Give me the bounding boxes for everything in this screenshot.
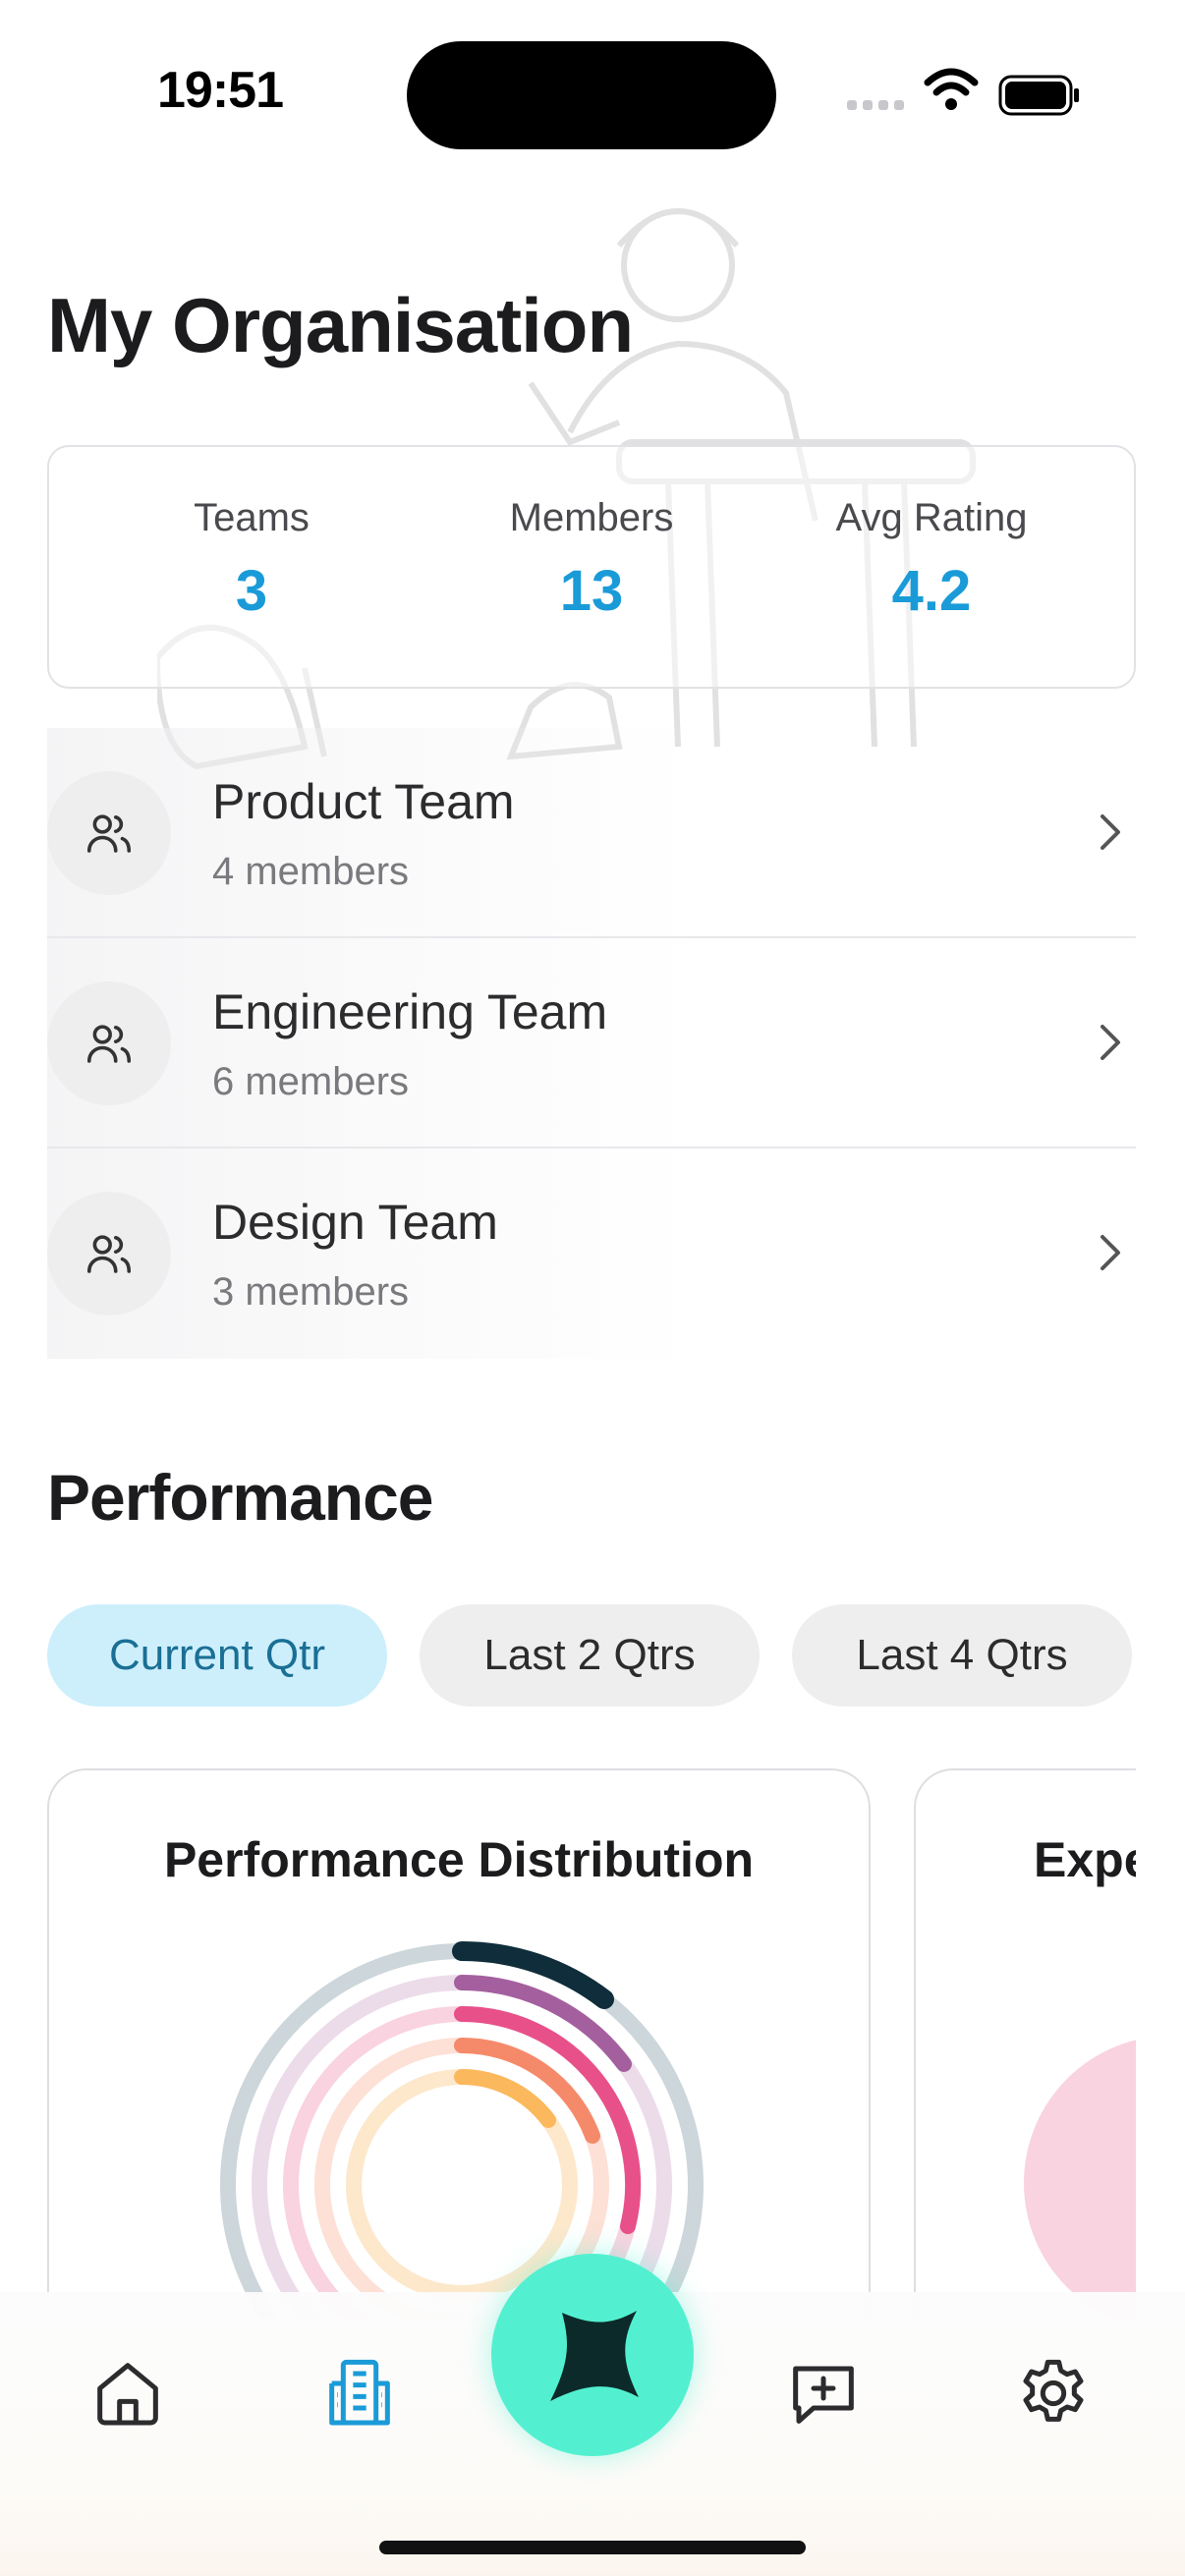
home-icon[interactable]: [88, 2354, 167, 2433]
home-indicator: [379, 2541, 806, 2554]
page-title: My Organisation: [47, 282, 634, 368]
organisation-icon[interactable]: [320, 2354, 399, 2433]
team-row-engineering[interactable]: Engineering Team 6 members: [47, 938, 1136, 1148]
scroll-edge: [1136, 1749, 1185, 2338]
filter-current-qtr[interactable]: Current Qtr: [47, 1604, 387, 1707]
filter-last-4-qtrs[interactable]: Last 4 Qtrs: [792, 1604, 1132, 1707]
chevron-right-icon: [1100, 1025, 1120, 1060]
performance-section-title: Performance: [47, 1461, 434, 1534]
stat-value: 3: [235, 559, 268, 623]
radial-ring-chart: [220, 1940, 704, 2319]
users-icon: [86, 814, 132, 853]
dynamic-island: [407, 41, 776, 149]
stat-avg-rating: Avg Rating 4.2: [784, 496, 1079, 624]
team-name: Design Team: [212, 1195, 498, 1250]
stat-label: Avg Rating: [835, 496, 1028, 539]
wifi-icon: [924, 68, 979, 110]
stat-label: Members: [509, 496, 674, 539]
team-member-count: 3 members: [212, 1270, 410, 1314]
chart-title: Performance Distribution: [163, 1832, 755, 1887]
team-row-design[interactable]: Design Team 3 members: [47, 1148, 1136, 1359]
stat-label: Teams: [194, 496, 310, 539]
users-icon: [86, 1235, 132, 1273]
battery-icon: [998, 75, 1079, 116]
stat-value: 4.2: [891, 559, 972, 623]
stat-value: 13: [559, 559, 624, 623]
ai-assistant-button[interactable]: [491, 2254, 694, 2456]
team-avatar: [47, 771, 171, 895]
team-member-count: 6 members: [212, 1060, 410, 1103]
chevron-right-icon: [1100, 1235, 1120, 1270]
team-member-count: 4 members: [212, 850, 410, 893]
team-row-product[interactable]: Product Team 4 members: [47, 728, 1136, 938]
chart-title: Expe: [1034, 1832, 1152, 1887]
users-icon: [86, 1025, 132, 1063]
ring-segment: [454, 2069, 556, 2128]
performance-distribution-card[interactable]: Performance Distribution: [47, 1768, 871, 2319]
ai-sparkle-icon: [550, 2311, 639, 2401]
filter-last-2-qtrs[interactable]: Last 2 Qtrs: [420, 1604, 760, 1707]
settings-icon[interactable]: [1014, 2354, 1093, 2433]
team-name: Engineering Team: [212, 984, 608, 1039]
team-name: Product Team: [212, 774, 515, 829]
second-chart-preview: [1024, 2036, 1169, 2319]
status-time: 19:51: [157, 62, 284, 119]
team-avatar: [47, 1192, 171, 1316]
feedback-icon[interactable]: [784, 2354, 863, 2433]
cellular-signal-icon: [847, 96, 906, 112]
stat-members: Members 13: [444, 496, 739, 624]
organisation-stats-card: Teams 3 Members 13 Avg Rating 4.2: [47, 445, 1136, 689]
stat-teams: Teams 3: [104, 496, 399, 624]
chevron-right-icon: [1100, 814, 1120, 850]
second-chart-card[interactable]: Expe: [914, 1768, 1169, 2319]
team-avatar: [47, 981, 171, 1105]
